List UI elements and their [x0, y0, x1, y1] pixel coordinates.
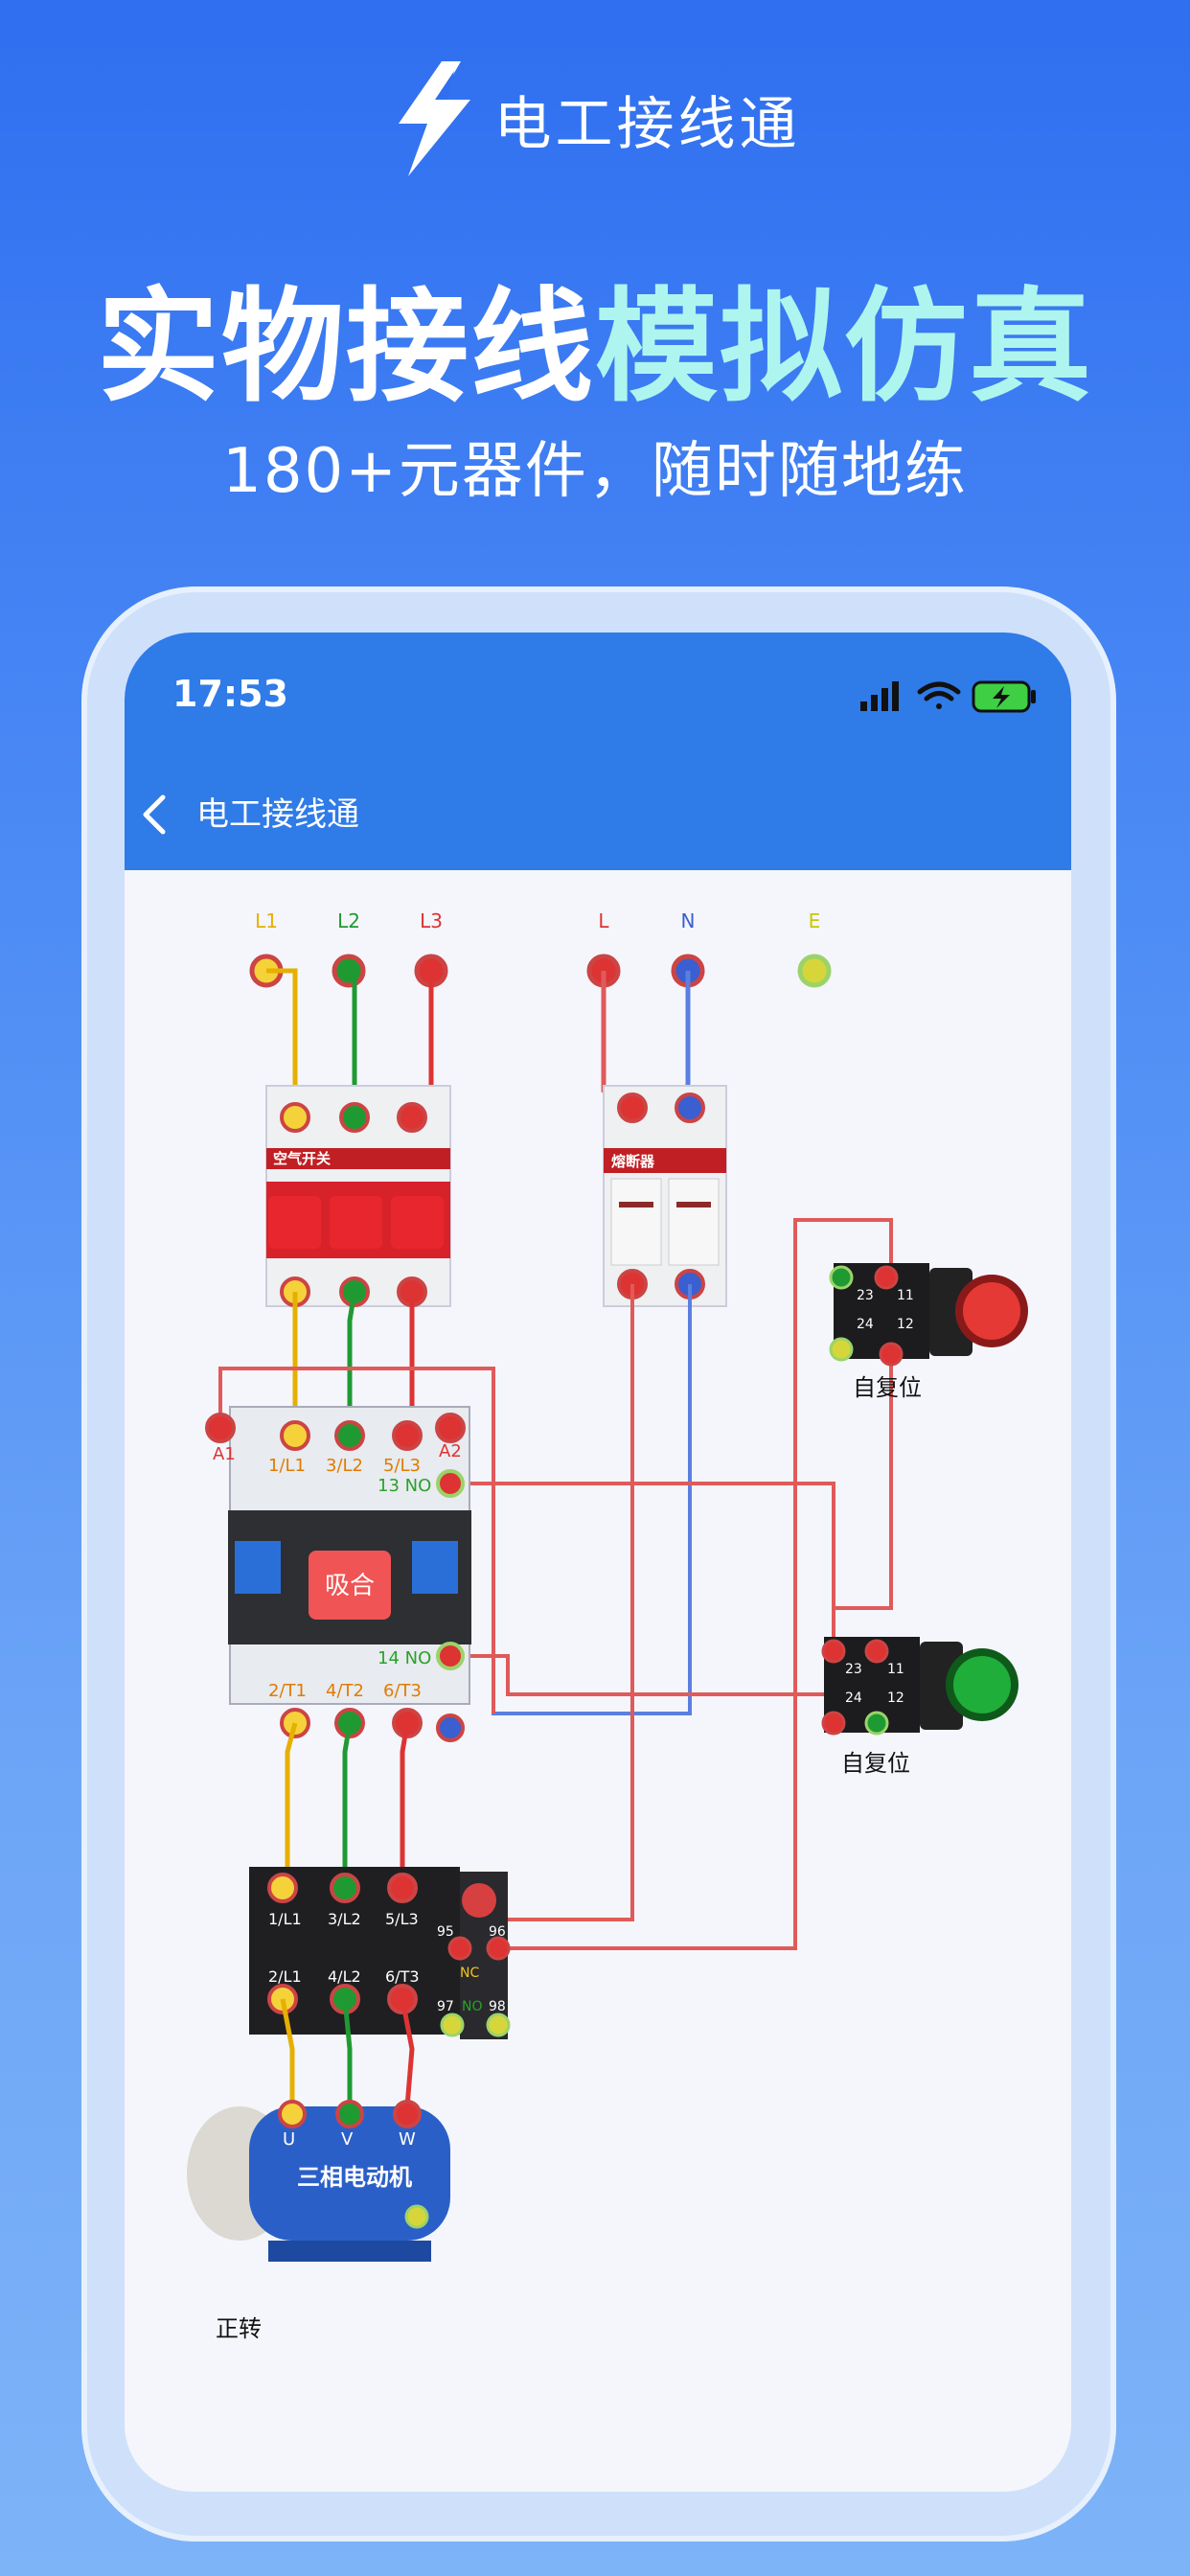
overload-97: 97: [437, 1999, 454, 2014]
terminal-label-l3: L3: [420, 909, 443, 932]
overload-out1: 2/L1: [268, 1967, 302, 1986]
phone-screen: 17:53 电工接线通 L1 L2 L3 L N E 空气开关 熔断器 吸合 A…: [125, 632, 1071, 2492]
overload-nc: NC: [460, 1966, 479, 1981]
contactor-a1: A1: [213, 1444, 236, 1464]
red-btn-term-24: 24: [857, 1317, 874, 1332]
overload-no: NO: [462, 1999, 483, 2014]
green-btn-term-23: 23: [845, 1662, 862, 1677]
red-push-button[interactable]: 23 24 11 12: [829, 1263, 1028, 1367]
green-btn-term-12: 12: [887, 1690, 904, 1706]
green-btn-term-11: 11: [887, 1662, 904, 1677]
terminal-label-e: E: [809, 909, 821, 932]
three-phase-motor[interactable]: U V W 三相电动机: [187, 2100, 450, 2262]
green-button-label: 自复位: [841, 1750, 910, 1777]
overload-in1: 1/L1: [268, 1910, 302, 1928]
wiring-canvas[interactable]: L1 L2 L3 L N E 空气开关 熔断器 吸合 A1 A2 1/L1 3/…: [125, 870, 1071, 2492]
contactor-no14: 14 NO: [378, 1648, 431, 1668]
red-btn-term-11: 11: [897, 1288, 914, 1303]
overload-in2: 3/L2: [328, 1910, 361, 1928]
terminal-label-n: N: [681, 909, 696, 932]
motor-direction: 正转: [216, 2315, 262, 2342]
terminal-label-l1: L1: [255, 909, 278, 932]
subtitle: 180+元器件，随时随地练: [222, 436, 968, 507]
contactor-in2: 3/L2: [326, 1456, 363, 1476]
wire-group-load: [285, 1722, 410, 1886]
contactor-a2: A2: [439, 1441, 462, 1461]
motor-label: 三相电动机: [297, 2164, 412, 2191]
overload-relay[interactable]: 1/L1 3/L2 5/L3 2/L1 4/L2 6/T3 95 96 NC 9…: [249, 1867, 511, 2039]
contactor-out2: 4/T2: [326, 1681, 364, 1701]
overload-out2: 4/L2: [328, 1967, 361, 1986]
brand-header: 电工接线通: [0, 61, 1190, 176]
contactor-in3: 5/L3: [383, 1456, 421, 1476]
status-icons: [860, 680, 1036, 713]
contactor-out3: 6/T3: [383, 1681, 422, 1701]
headline-white: 实物接线: [96, 276, 595, 419]
contactor-in1: 1/L1: [268, 1456, 306, 1476]
overload-out3: 6/T3: [385, 1967, 420, 1986]
wifi-icon: [917, 681, 961, 709]
red-btn-term-23: 23: [857, 1288, 874, 1303]
green-btn-term-24: 24: [845, 1690, 862, 1706]
status-time: 17:53: [172, 673, 288, 715]
contactor-no13: 13 NO: [378, 1476, 431, 1496]
bolt-icon: [399, 61, 471, 176]
fuse-label: 熔断器: [611, 1153, 655, 1170]
terminal-label-l2: L2: [337, 909, 360, 932]
back-chevron-icon[interactable]: [134, 786, 172, 843]
overload-96: 96: [489, 1924, 506, 1940]
nav-title: 电工接线通: [196, 795, 359, 834]
air-breaker[interactable]: 空气开关: [265, 1085, 451, 1307]
headline-cyan: 模拟仿真: [595, 276, 1094, 419]
terminal-label-l: L: [598, 909, 609, 932]
breaker-label: 空气开关: [273, 1150, 331, 1167]
app-name: 电工接线通: [493, 90, 801, 158]
supply-terminal-e[interactable]: [797, 954, 832, 988]
motor-v: V: [341, 2129, 354, 2150]
motor-u: U: [283, 2129, 295, 2150]
contactor-out1: 2/T1: [268, 1681, 307, 1701]
signal-icon: [860, 681, 899, 711]
overload-in3: 5/L3: [385, 1910, 419, 1928]
app-header: 17:53 电工接线通: [125, 632, 1071, 870]
battery-icon: [972, 680, 1036, 713]
red-button-label: 自复位: [853, 1374, 922, 1401]
green-push-button[interactable]: 23 24 11 12: [821, 1637, 1018, 1736]
fuse-holder[interactable]: 熔断器: [603, 1085, 727, 1307]
overload-95: 95: [437, 1924, 454, 1940]
red-btn-term-12: 12: [897, 1317, 914, 1332]
contactor-state: 吸合: [325, 1572, 375, 1600]
overload-98: 98: [489, 1999, 506, 2014]
motor-w: W: [399, 2129, 416, 2150]
headline: 实物接线模拟仿真: [0, 247, 1190, 425]
contactor[interactable]: 吸合 A1 A2 1/L1 3/L2 5/L3 13 NO 14 NO 2/T1…: [205, 1406, 471, 1742]
